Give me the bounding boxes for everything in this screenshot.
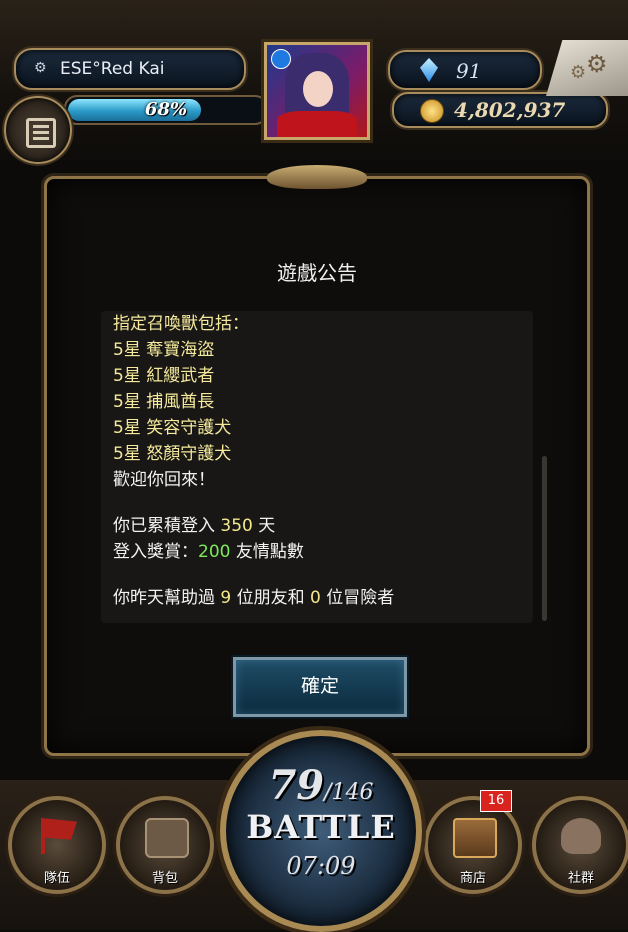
help-middle: 位朋友和 xyxy=(236,588,305,608)
battle-label: BATTLE xyxy=(246,808,396,846)
login-days-line: 你已累積登入 350 天 xyxy=(113,513,523,539)
stamina-max: /146 xyxy=(324,780,374,805)
gem-counter[interactable]: 91 xyxy=(388,50,542,90)
message-line: 5星 笑容守護犬 xyxy=(113,418,232,438)
flag-icon xyxy=(41,818,77,854)
confirm-label: 確定 xyxy=(300,675,339,697)
message-line: 5星 紅纓武者 xyxy=(113,366,215,386)
message-line: 歡迎你回來！ xyxy=(113,470,215,490)
stamina-timer: 07:09 xyxy=(286,852,356,880)
gem-icon xyxy=(420,58,438,82)
player-name-plate[interactable]: ⚙ ESE°Red Kai xyxy=(14,48,246,90)
bag-label: 背包 xyxy=(151,871,178,886)
treasure-chest-icon xyxy=(453,818,497,858)
stamina-readout: 79/146 xyxy=(226,762,416,809)
menu-button[interactable] xyxy=(4,96,72,164)
help-prefix: 你昨天幫助過 xyxy=(113,588,215,608)
team-label: 隊伍 xyxy=(43,871,70,886)
gold-count: 4,802,937 xyxy=(454,98,566,122)
element-badge-icon xyxy=(271,49,291,69)
gear-icon-small: ⚙ xyxy=(570,62,587,83)
bag-icon xyxy=(145,818,189,858)
reward-value: 200 xyxy=(198,542,231,562)
reward-prefix: 登入獎賞： xyxy=(113,542,198,562)
help-friends: 9 xyxy=(220,588,232,608)
battle-button[interactable]: 79/146 BATTLE 07:09 xyxy=(220,730,422,932)
message-line: 5星 奪寶海盜 xyxy=(113,340,215,360)
gear-icon: ⚙ xyxy=(586,50,608,78)
player-name: ESE°Red Kai xyxy=(60,59,165,79)
menu-icon xyxy=(26,118,56,148)
announcement-dialog: 遊戲公告 指定召喚獸包括： 5星 奪寶海盜 5星 紅纓武者 5星 捕風酋長 5星 笑容守… xyxy=(44,165,590,756)
coin-icon xyxy=(420,99,444,123)
team-button[interactable]: 隊伍 xyxy=(8,796,106,894)
stamina-current: 79 xyxy=(268,762,325,809)
message-lines: 指定召喚獸包括： 5星 奪寶海盜 5星 紅纓武者 5星 捕風酋長 5星 笑容守護犬 5星 … xyxy=(113,311,523,611)
xp-percent: 68% xyxy=(144,99,188,120)
social-label: 社群 xyxy=(567,871,594,886)
reward-suffix: 友情點數 xyxy=(235,542,304,562)
login-suffix: 天 xyxy=(258,516,276,536)
announcement-message[interactable]: 指定召喚獸包括： 5星 奪寶海盜 5星 紅纓武者 5星 捕風酋長 5星 笑容守護犬 5星 … xyxy=(101,311,533,623)
bag-button[interactable]: 背包 xyxy=(116,796,214,894)
rank-icon: ⚙ xyxy=(34,60,47,76)
help-adventurers: 0 xyxy=(310,588,321,608)
message-line: 指定召喚獸包括： xyxy=(113,314,249,334)
dialog-title: 遊戲公告 xyxy=(277,261,357,285)
login-prefix: 你已累積登入 xyxy=(113,516,215,536)
player-avatar[interactable] xyxy=(264,42,370,140)
dialog-ornament xyxy=(267,165,367,189)
help-summary-line: 你昨天幫助過 9 位朋友和 0 位冒險者 xyxy=(113,585,523,611)
shop-label: 商店 xyxy=(459,871,486,886)
gold-counter[interactable]: 4,802,937 xyxy=(392,92,608,128)
shop-notification-badge: 16 xyxy=(480,790,512,812)
confirm-button[interactable]: 確定 xyxy=(233,657,407,717)
message-line: 5星 捕風酋長 xyxy=(113,392,215,412)
login-reward-line: 登入獎賞：200 友情點數 xyxy=(113,539,523,565)
xp-bar: 68% xyxy=(64,95,268,125)
help-suffix: 位冒險者 xyxy=(326,588,395,608)
people-icon xyxy=(561,818,601,854)
social-button[interactable]: 社群 xyxy=(532,796,628,894)
message-line: 5星 怒顏守護犬 xyxy=(113,444,232,464)
message-scrollbar[interactable] xyxy=(542,456,547,621)
login-days: 350 xyxy=(220,516,253,536)
gem-count: 91 xyxy=(456,59,482,83)
